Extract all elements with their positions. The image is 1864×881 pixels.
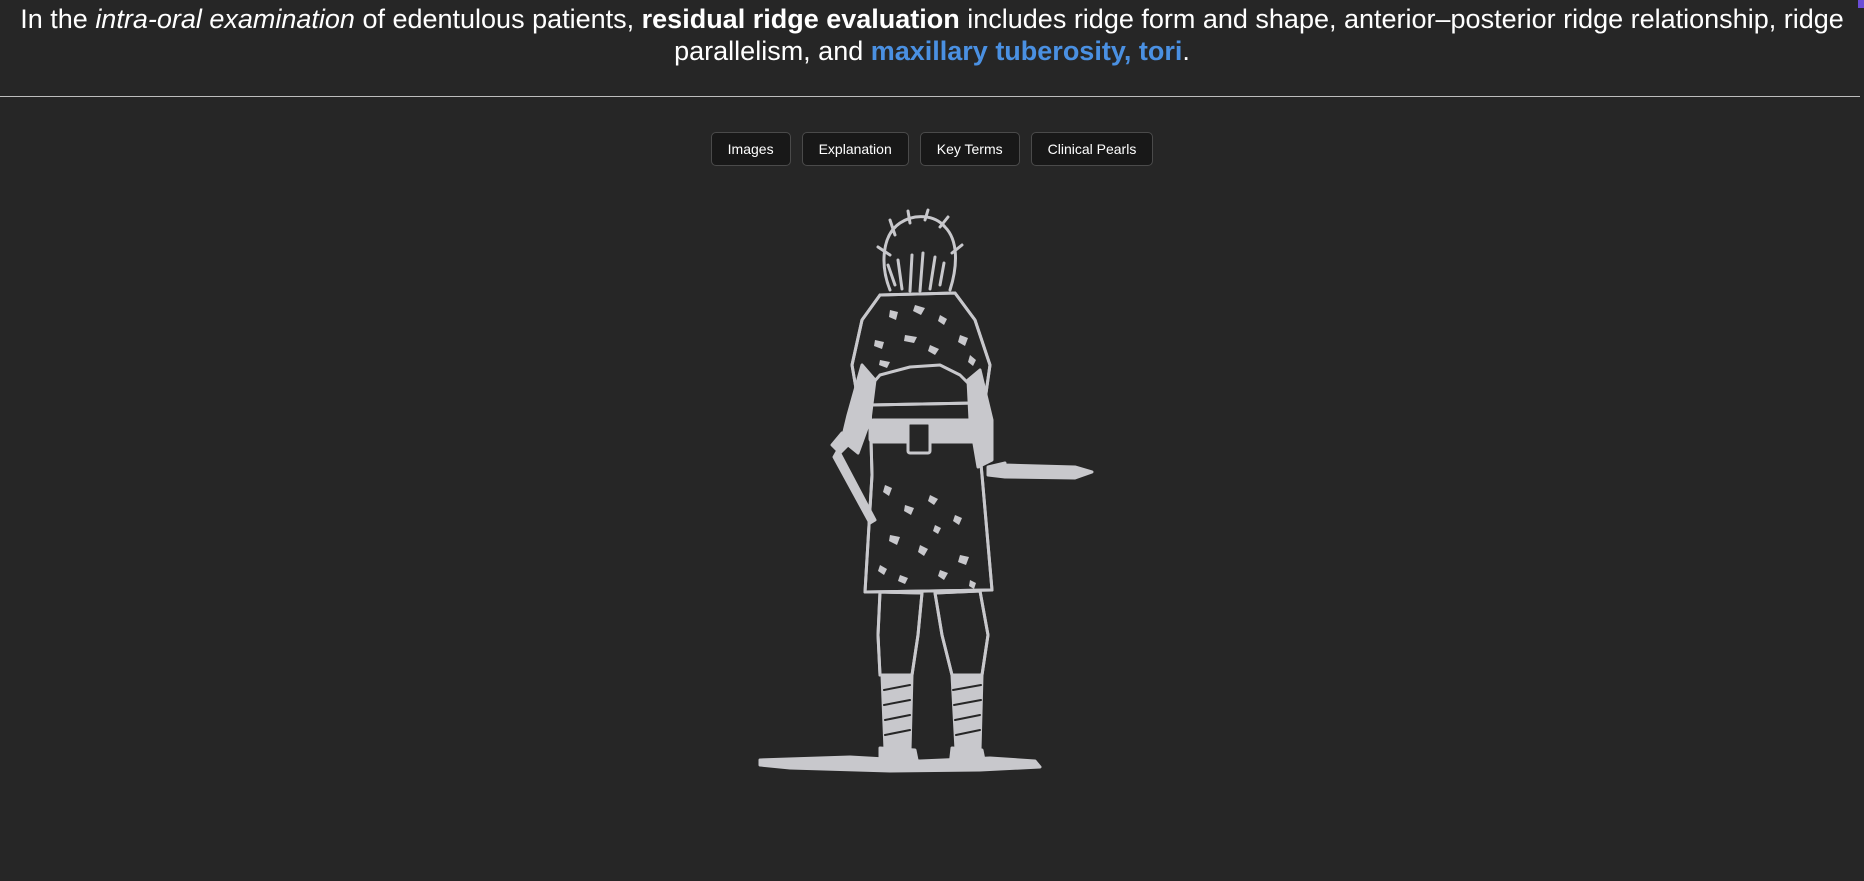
warrior-illustration (758, 208, 1094, 773)
hair-shape (876, 208, 964, 293)
tab-bar: Images Explanation Key Terms Clinical Pe… (0, 132, 1864, 166)
page: In the intra-oral examination of edentul… (0, 0, 1864, 881)
heading-divider (0, 96, 1860, 97)
heading-italic-term: intra-oral examination (95, 4, 355, 34)
tab-explanation[interactable]: Explanation (801, 132, 909, 166)
right-sword-shape (986, 461, 1094, 480)
corner-indicator (1858, 0, 1864, 8)
left-leg-shape (876, 590, 924, 677)
heading-text-2: of edentulous patients, (354, 4, 642, 34)
heading-text-1: In the (20, 4, 96, 34)
tab-key-terms[interactable]: Key Terms (919, 132, 1020, 166)
heading-bold-term: residual ridge evaluation (641, 4, 960, 34)
page-heading: In the intra-oral examination of edentul… (0, 3, 1864, 67)
ground-shadow (758, 755, 1042, 773)
heading-text-4: . (1182, 36, 1190, 66)
tab-clinical-pearls[interactable]: Clinical Pearls (1030, 132, 1154, 166)
tab-images[interactable]: Images (710, 132, 791, 166)
heading-highlight-term: maxillary tuberosity, tori (870, 36, 1183, 66)
